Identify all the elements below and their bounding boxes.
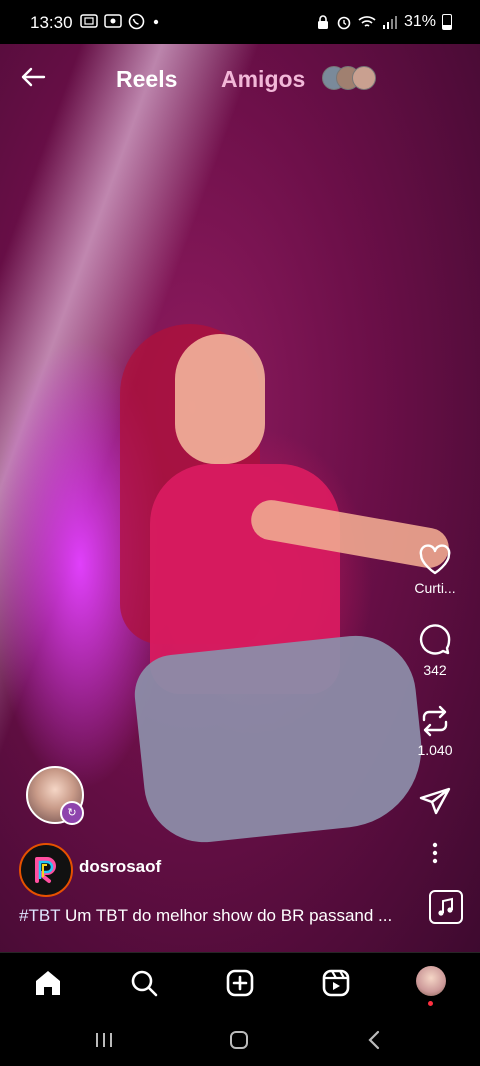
wifi-icon — [358, 16, 376, 27]
music-note-icon — [438, 897, 453, 916]
tab-friends[interactable]: Amigos — [221, 66, 305, 93]
profile-avatar[interactable] — [416, 966, 446, 996]
signal-icon — [382, 16, 397, 29]
friend-avatars[interactable] — [322, 66, 382, 90]
notification-dot — [428, 1001, 433, 1006]
status-right-icons: 31% — [316, 13, 452, 31]
search-icon[interactable] — [128, 967, 160, 999]
comment-action[interactable]: 342 — [390, 624, 480, 678]
post-caption[interactable]: #TBT Um TBT do melhor show do BR passand… — [19, 906, 419, 926]
more-vertical-icon[interactable] — [430, 842, 440, 864]
lock-icon — [317, 15, 328, 29]
create-icon[interactable] — [224, 967, 256, 999]
reposts-count: 1.040 — [417, 742, 453, 758]
friend-avatar — [352, 66, 376, 90]
comments-count: 342 — [423, 662, 447, 678]
screenshot-icon — [80, 14, 98, 28]
author-logo-icon — [35, 857, 56, 883]
video-figure-skirt — [130, 629, 430, 849]
tab-reels[interactable]: Reels — [116, 66, 177, 93]
more-action[interactable] — [390, 842, 480, 864]
home-icon[interactable] — [32, 967, 64, 999]
status-left-icons — [80, 13, 161, 30]
repost-icon[interactable] — [418, 704, 452, 738]
system-navigation — [0, 1014, 480, 1066]
author-username[interactable]: dosrosaof — [79, 857, 161, 877]
back-button-icon[interactable] — [364, 1029, 384, 1051]
comment-icon[interactable] — [418, 624, 452, 658]
like-action[interactable]: Curti... — [390, 544, 480, 596]
audio-thumbnail[interactable] — [429, 890, 463, 924]
like-label: Curti... — [414, 580, 456, 596]
heart-icon[interactable] — [418, 544, 452, 576]
reels-header: Reels Amigos — [0, 60, 480, 100]
author-avatar[interactable] — [19, 843, 73, 897]
recent-apps-icon[interactable] — [94, 1030, 114, 1050]
status-time: 13:30 — [30, 13, 73, 32]
dot-icon — [153, 19, 159, 25]
whatsapp-icon — [128, 13, 145, 30]
send-icon[interactable] — [418, 786, 452, 816]
screen-record-icon — [104, 14, 122, 28]
caption-text: Um TBT do melhor show do BR passand ... — [60, 906, 393, 925]
battery-percent: 31% — [403, 13, 436, 30]
share-action[interactable] — [390, 786, 480, 816]
back-arrow-icon[interactable] — [18, 62, 48, 92]
caption-hashtag[interactable]: #TBT — [19, 906, 60, 925]
bottom-navigation — [0, 952, 480, 1015]
alarm-icon — [337, 16, 351, 30]
home-button-icon[interactable] — [228, 1029, 250, 1051]
repost-action[interactable]: 1.040 — [390, 704, 480, 758]
reels-icon[interactable] — [320, 967, 352, 999]
status-bar: 13:30 31% — [0, 0, 480, 44]
video-figure-face — [175, 334, 265, 464]
battery-icon — [442, 14, 452, 30]
remix-badge-icon: ↻ — [60, 801, 84, 825]
